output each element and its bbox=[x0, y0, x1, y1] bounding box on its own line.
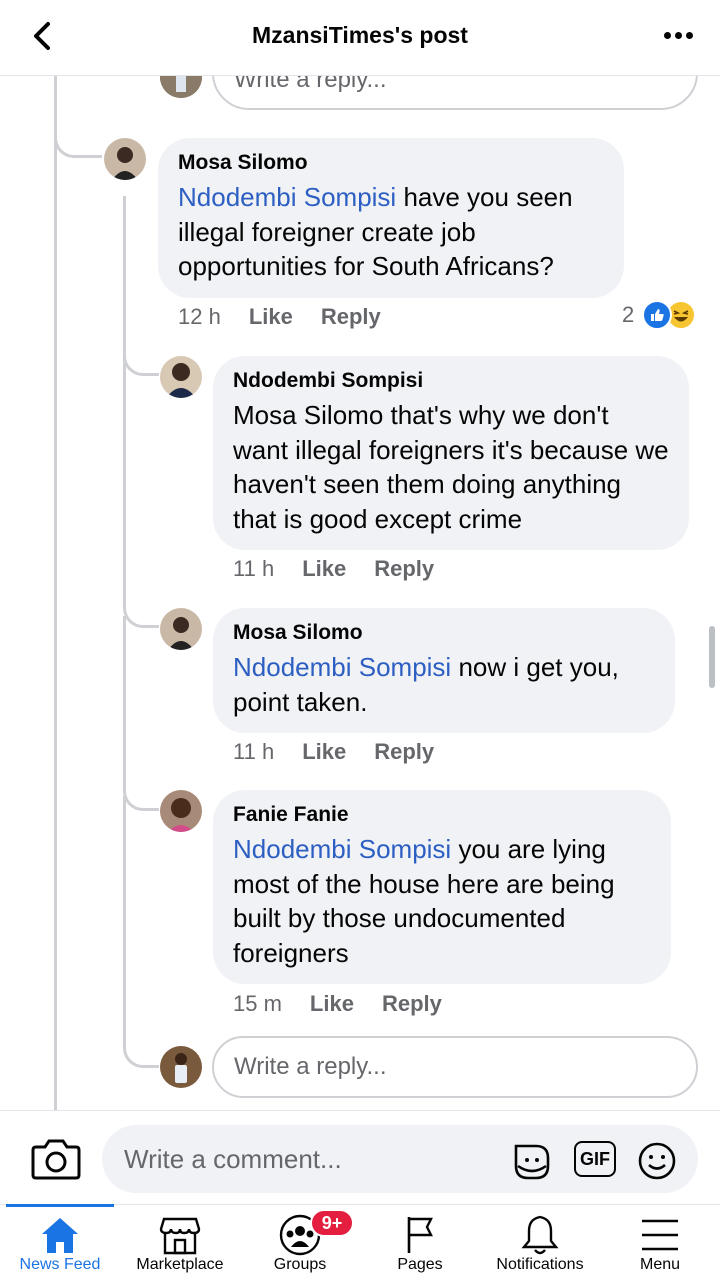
reaction-count: 2 bbox=[622, 302, 635, 327]
reaction-summary[interactable]: 2 bbox=[622, 300, 697, 330]
mention-link[interactable]: Ndodembi Sompisi bbox=[233, 834, 451, 864]
reply-placeholder: Write a reply... bbox=[234, 1053, 387, 1080]
tab-marketplace[interactable]: Marketplace bbox=[120, 1205, 240, 1280]
top-bar: MzansiTimes's post bbox=[0, 0, 720, 76]
thread-connector bbox=[54, 76, 102, 158]
home-icon bbox=[42, 1218, 78, 1253]
tab-news-feed[interactable]: News Feed bbox=[0, 1204, 120, 1280]
like-button[interactable]: Like bbox=[302, 556, 346, 582]
sticker-icon[interactable] bbox=[510, 1140, 554, 1182]
camera-button[interactable] bbox=[30, 1137, 82, 1181]
more-dot-icon bbox=[674, 31, 682, 39]
comment-text: Mosa Silomo that's why we don't want ill… bbox=[233, 400, 669, 534]
camera-icon bbox=[31, 1139, 81, 1180]
flag-icon bbox=[407, 1217, 433, 1253]
comment-time: 11 h bbox=[233, 556, 275, 581]
comment-text: Ndodembi Sompisi you are lying most of t… bbox=[233, 834, 615, 968]
comment-composer: Write a comment... GIF bbox=[0, 1110, 720, 1204]
marketplace-icon bbox=[159, 1217, 201, 1255]
scrollbar[interactable] bbox=[709, 626, 715, 688]
comment-actions: 11 h Like Reply bbox=[233, 556, 434, 582]
comment-time: 12 h bbox=[178, 304, 221, 329]
avatar[interactable] bbox=[104, 138, 146, 180]
comment-input[interactable]: Write a comment... GIF bbox=[102, 1125, 698, 1193]
avatar[interactable] bbox=[160, 1046, 202, 1088]
page-title: MzansiTimes's post bbox=[252, 22, 468, 48]
like-button[interactable]: Like bbox=[310, 991, 354, 1017]
avatar[interactable] bbox=[160, 356, 202, 398]
comment-actions: 12 h Like Reply bbox=[178, 304, 381, 330]
comment-bubble: Ndodembi Sompisi Mosa Silomo that's why … bbox=[213, 356, 689, 550]
comment-time: 15 m bbox=[233, 991, 282, 1016]
tab-label: Menu bbox=[639, 1256, 681, 1273]
tab-label: News Feed bbox=[19, 1256, 101, 1273]
reply-button[interactable]: Reply bbox=[382, 991, 442, 1017]
emoji-icon[interactable] bbox=[636, 1140, 678, 1182]
reply-input[interactable]: Write a reply... bbox=[212, 76, 698, 110]
notification-badge: 9+ bbox=[310, 1209, 354, 1237]
active-tab-indicator bbox=[6, 1204, 114, 1207]
gif-label: GIF bbox=[580, 1148, 610, 1169]
comment-author[interactable]: Mosa Silomo bbox=[178, 150, 604, 176]
reply-button[interactable]: Reply bbox=[374, 739, 434, 765]
bell-icon bbox=[521, 1215, 559, 1255]
tab-label: Pages bbox=[397, 1256, 443, 1273]
comment-thread: Write a reply... Mosa Silomo Ndodembi So… bbox=[0, 76, 720, 1110]
avatar[interactable] bbox=[160, 790, 202, 832]
comment-bubble: Mosa Silomo Ndodembi Sompisi now i get y… bbox=[213, 608, 675, 733]
comment-author[interactable]: Mosa Silomo bbox=[233, 620, 655, 646]
tab-pages[interactable]: Pages bbox=[360, 1205, 480, 1280]
tab-menu[interactable]: Menu bbox=[600, 1205, 720, 1280]
menu-icon bbox=[642, 1219, 678, 1251]
mention-link[interactable]: Ndodembi Sompisi bbox=[178, 182, 396, 212]
like-button[interactable]: Like bbox=[302, 739, 346, 765]
tab-label: Groups bbox=[273, 1256, 327, 1273]
thread-connector bbox=[123, 616, 159, 811]
comment-author[interactable]: Fanie Fanie bbox=[233, 802, 651, 828]
avatar[interactable] bbox=[160, 76, 202, 98]
more-dot-icon bbox=[663, 31, 671, 39]
comment-actions: 15 m Like Reply bbox=[233, 991, 442, 1017]
reply-input[interactable]: Write a reply... bbox=[212, 1036, 698, 1098]
reply-button[interactable]: Reply bbox=[321, 304, 381, 330]
tab-label: Marketplace bbox=[136, 1256, 224, 1273]
avatar[interactable] bbox=[160, 608, 202, 650]
comment-text: Ndodembi Sompisi now i get you, point ta… bbox=[233, 652, 619, 717]
thread-connector bbox=[123, 796, 159, 1068]
comment-time: 11 h bbox=[233, 739, 275, 764]
more-options-button[interactable] bbox=[658, 20, 698, 50]
reply-button[interactable]: Reply bbox=[374, 556, 434, 582]
more-dot-icon bbox=[685, 31, 693, 39]
tab-notifications[interactable]: Notifications bbox=[480, 1205, 600, 1280]
comment-bubble: Fanie Fanie Ndodembi Sompisi you are lyi… bbox=[213, 790, 671, 984]
comment-text: Ndodembi Sompisi have you seen illegal f… bbox=[178, 182, 573, 281]
comment-placeholder: Write a comment... bbox=[124, 1143, 342, 1174]
comment-author[interactable]: Ndodembi Sompisi bbox=[233, 368, 669, 394]
like-button[interactable]: Like bbox=[249, 304, 293, 330]
like-reaction-icon bbox=[642, 300, 673, 330]
tab-label: Notifications bbox=[496, 1256, 584, 1273]
comment-bubble: Mosa Silomo Ndodembi Sompisi have you se… bbox=[158, 138, 624, 298]
reply-placeholder: Write a reply... bbox=[234, 76, 387, 93]
bottom-tab-bar: News Feed Marketplace 9+ Groups Pages No… bbox=[0, 1204, 720, 1280]
tab-groups[interactable]: 9+ Groups bbox=[240, 1205, 360, 1280]
thread-connector bbox=[123, 366, 159, 628]
gif-button[interactable]: GIF bbox=[574, 1141, 616, 1177]
mention-link[interactable]: Ndodembi Sompisi bbox=[233, 652, 451, 682]
thread-line bbox=[54, 76, 57, 1110]
comment-actions: 11 h Like Reply bbox=[233, 739, 434, 765]
